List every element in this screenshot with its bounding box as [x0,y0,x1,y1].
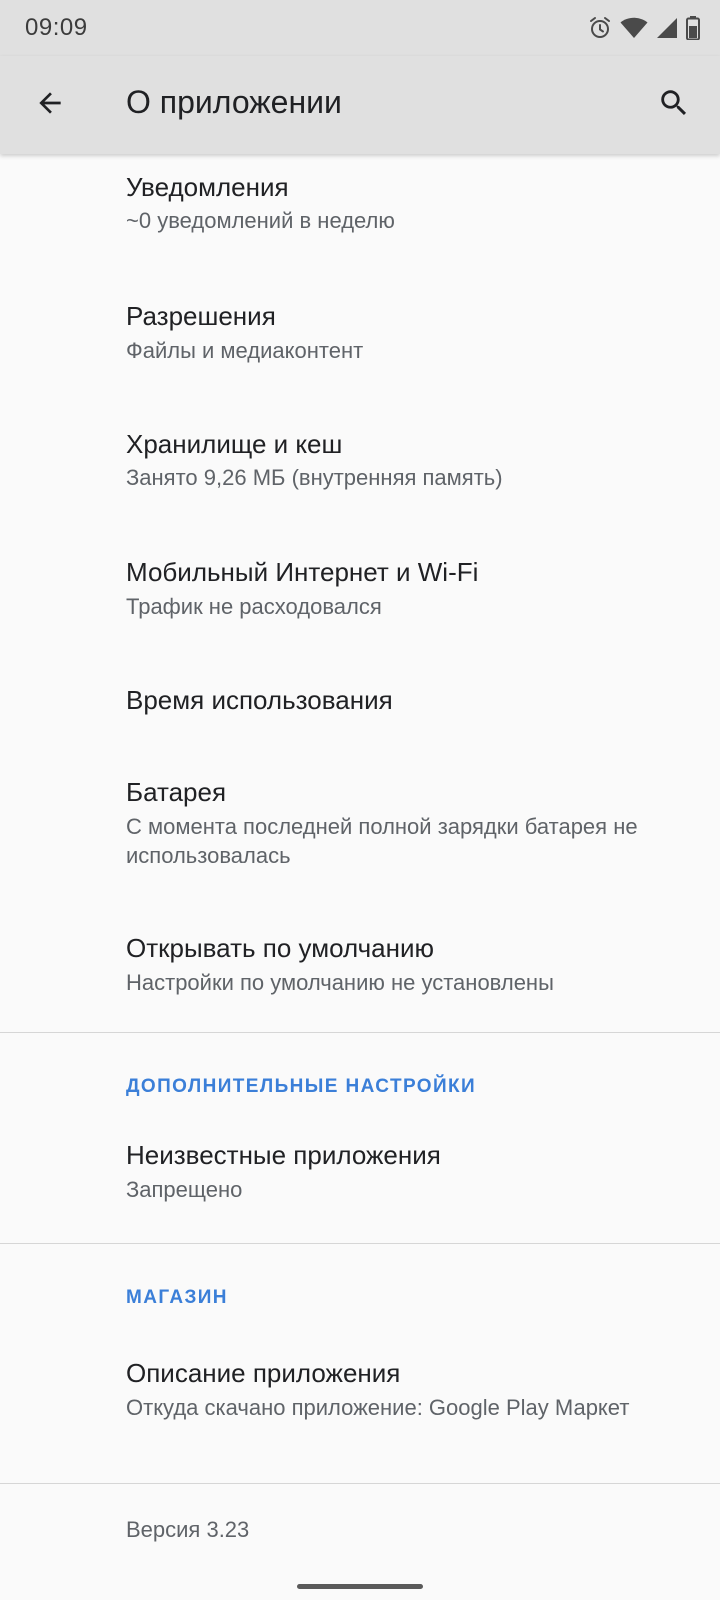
arrow-back-icon [34,87,66,124]
search-button[interactable] [642,73,706,137]
item-subtitle: ~0 уведомлений в неделю [126,208,395,233]
battery-item[interactable]: Батарея С момента последней полной заряд… [0,751,720,909]
permissions-item[interactable]: Разрешения Файлы и медиаконтент [0,279,720,407]
screen-time-item[interactable]: Время использования [0,663,720,751]
status-icons [588,15,700,41]
status-time: 09:09 [25,14,88,41]
item-subtitle: Трафик не расходовался [126,594,382,619]
item-subtitle: Откуда скачано приложение: Google Play М… [126,1395,630,1420]
divider [0,1032,720,1033]
item-title: Неизвестные приложения [126,1140,441,1170]
item-subtitle: С момента последней полной зарядки батар… [126,814,638,868]
back-button[interactable] [18,73,82,137]
item-subtitle: Файлы и медиаконтент [126,338,364,363]
item-title: Мобильный Интернет и Wi-Fi [126,557,479,587]
wifi-icon [620,17,648,39]
divider [0,1243,720,1244]
item-title: Описание приложения [126,1358,401,1388]
item-title: Хранилище и кеш [126,429,343,459]
cellular-signal-icon [656,17,678,39]
search-icon [657,86,691,125]
battery-icon [686,16,700,40]
section-header-advanced: ДОПОЛНИТЕЛЬНЫЕ НАСТРОЙКИ [126,1076,477,1097]
item-subtitle: Настройки по умолчанию не установлены [126,970,554,995]
item-title: Время использования [126,685,393,715]
open-by-default-item[interactable]: Открывать по умолчанию Настройки по умол… [0,909,720,1031]
item-title: Батарея [126,777,227,807]
item-subtitle: Запрещено [126,1177,243,1202]
item-subtitle: Занято 9,26 МБ (внутренняя память) [126,465,503,490]
version-label: Версия 3.23 [126,1517,250,1542]
item-title: Уведомления [126,172,289,202]
app-bar: О приложении [0,56,720,154]
item-title: Открывать по умолчанию [126,933,434,963]
storage-cache-item[interactable]: Хранилище и кеш Занято 9,26 МБ (внутренн… [0,407,720,535]
divider [0,1483,720,1484]
gesture-nav-handle[interactable] [297,1584,423,1589]
alarm-icon [588,16,612,40]
app-details-item[interactable]: Описание приложения Откуда скачано прило… [0,1330,720,1482]
status-bar: 09:09 [0,0,720,56]
item-title: Разрешения [126,301,276,331]
mobile-data-wifi-item[interactable]: Мобильный Интернет и Wi-Fi Трафик не рас… [0,535,720,663]
section-header-store: МАГАЗИН [126,1287,228,1308]
notifications-item[interactable]: Уведомления ~0 уведомлений в неделю [0,154,720,279]
unknown-apps-item[interactable]: Неизвестные приложения Запрещено [0,1118,720,1242]
page-title: О приложении [126,84,342,120]
